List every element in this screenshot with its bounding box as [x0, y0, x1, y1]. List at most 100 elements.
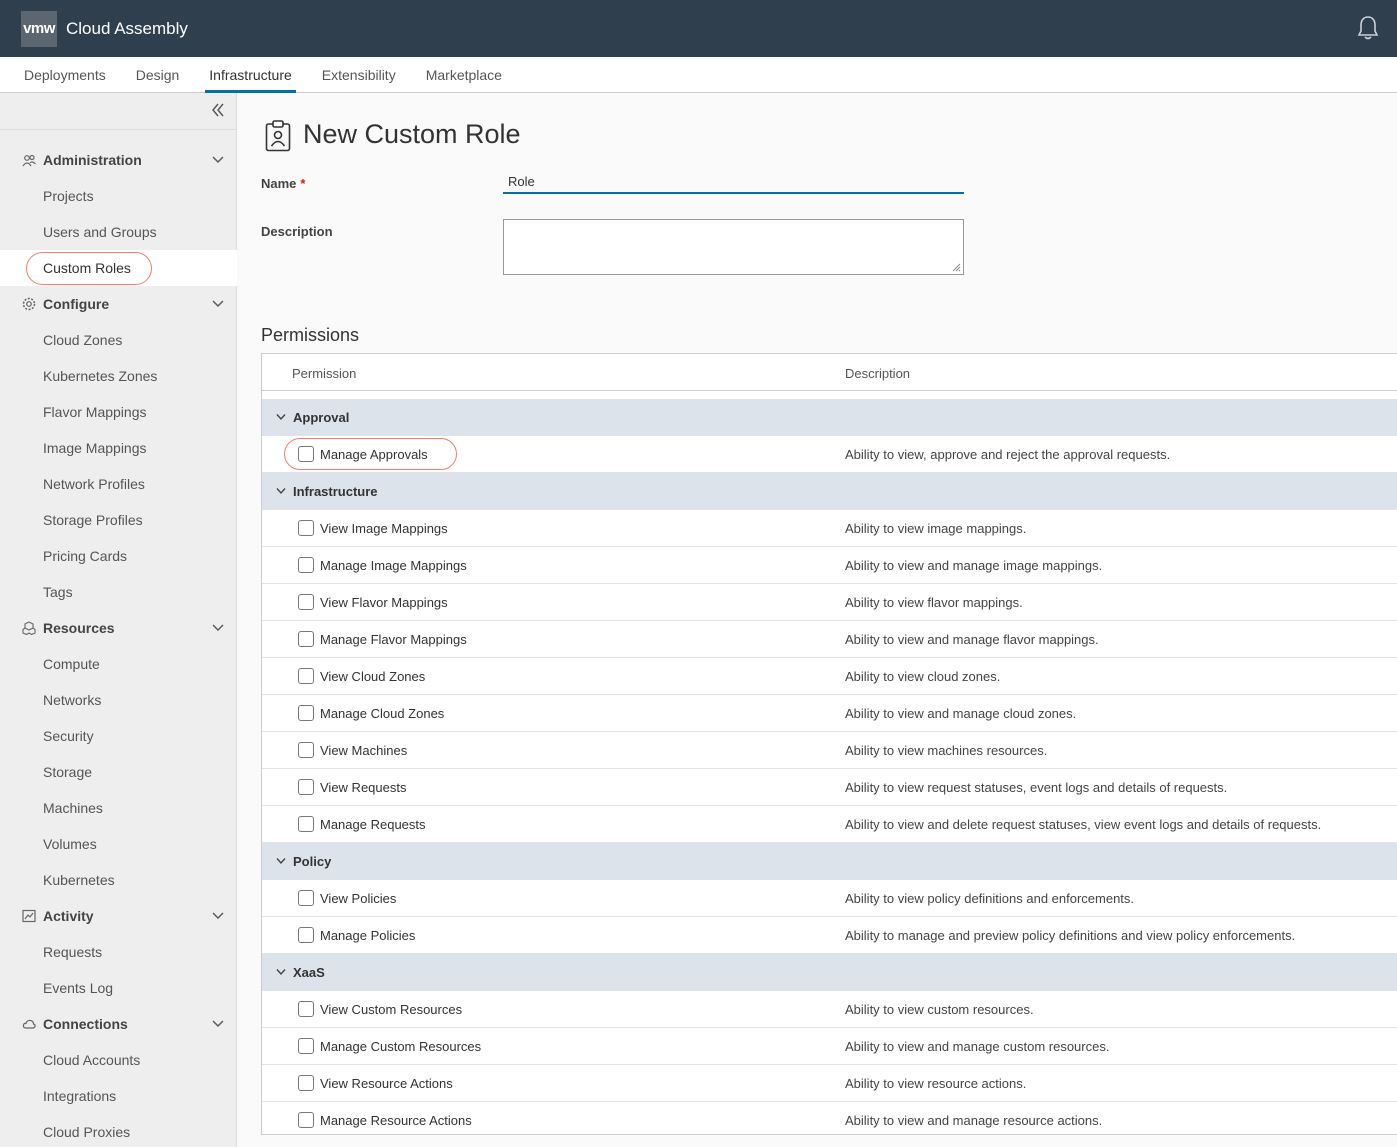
sidebar-group-activity[interactable]: Activity [0, 898, 237, 934]
sidebar-item-kubernetes[interactable]: Kubernetes [0, 862, 237, 898]
tab-infrastructure[interactable]: Infrastructure [205, 57, 297, 93]
permission-checkbox[interactable] [298, 668, 314, 684]
sidebar-item-storage-profiles[interactable]: Storage Profiles [0, 502, 237, 538]
page-title: New Custom Role [303, 119, 521, 149]
sidebar: Administration Projects Users and Groups Cu… [0, 93, 237, 1147]
sidebar-item-cloud-zones[interactable]: Cloud Zones [0, 322, 237, 358]
required-asterisk: * [300, 176, 306, 191]
sidebar-item-image-mappings[interactable]: Image Mappings [0, 430, 237, 466]
permission-checkbox[interactable] [298, 446, 314, 462]
category-row-policy[interactable]: Policy [262, 843, 1397, 880]
permission-description: Ability to view and manage flavor mappin… [845, 632, 1099, 647]
permission-checkbox[interactable] [298, 890, 314, 906]
chevron-down-icon [212, 1020, 224, 1027]
permission-checkbox[interactable] [298, 631, 314, 647]
permission-checkbox[interactable] [298, 1001, 314, 1017]
permission-checkbox[interactable] [298, 1112, 314, 1128]
permission-name: View Custom Resources [320, 1002, 463, 1017]
vmware-logo: vmw [21, 10, 57, 47]
chevron-down-icon [212, 624, 224, 631]
chevron-down-icon [276, 858, 286, 865]
permission-name: Manage Flavor Mappings [320, 632, 467, 647]
tab-design[interactable]: Design [136, 57, 180, 93]
tab-extensibility[interactable]: Extensibility [322, 57, 396, 93]
bell-icon[interactable] [1357, 15, 1379, 41]
permission-description: Ability to view, approve and reject the … [845, 447, 1171, 462]
permission-name: Manage Requests [320, 817, 426, 832]
category-label: Infrastructure [293, 484, 378, 499]
permission-name: View Flavor Mappings [320, 595, 448, 610]
category-row-xaas[interactable]: XaaS [262, 954, 1397, 991]
permission-checkbox[interactable] [298, 705, 314, 721]
chevron-down-icon [276, 414, 286, 421]
sidebar-item-integrations[interactable]: Integrations [0, 1078, 237, 1114]
sidebar-item-tags[interactable]: Tags [0, 574, 237, 610]
sidebar-group-connections[interactable]: Connections [0, 1006, 237, 1042]
sidebar-item-volumes[interactable]: Volumes [0, 826, 237, 862]
sidebar-item-machines[interactable]: Machines [0, 790, 237, 826]
main-content: New Custom Role Name* Description Permis… [238, 93, 1397, 1147]
sidebar-item-pricing-cards[interactable]: Pricing Cards [0, 538, 237, 574]
category-row-infrastructure[interactable]: Infrastructure [262, 473, 1397, 510]
permission-description: Ability to view and manage resource acti… [845, 1113, 1103, 1128]
sidebar-item-network-profiles[interactable]: Network Profiles [0, 466, 237, 502]
category-row-approval[interactable]: Approval [262, 399, 1397, 436]
tab-marketplace[interactable]: Marketplace [426, 57, 502, 93]
sidebar-item-custom-roles[interactable]: Custom Roles [0, 250, 237, 286]
sidebar-item-compute[interactable]: Compute [0, 646, 237, 682]
permission-checkbox[interactable] [298, 779, 314, 795]
permission-description: Ability to view resource actions. [845, 1076, 1027, 1091]
sidebar-item-kubernetes-zones[interactable]: Kubernetes Zones [0, 358, 237, 394]
permission-name: View Policies [320, 891, 397, 906]
permission-checkbox[interactable] [298, 520, 314, 536]
sidebar-item-requests[interactable]: Requests [0, 934, 237, 970]
sidebar-group-label: Activity [43, 908, 94, 924]
collapse-sidebar-icon[interactable] [211, 103, 225, 117]
permission-row: Manage Custom Resources Ability to view a… [262, 1028, 1397, 1065]
users-icon [22, 154, 36, 167]
sidebar-item-users-and-groups[interactable]: Users and Groups [0, 214, 237, 250]
name-label-text: Name [261, 176, 297, 191]
permission-row: Manage Resource Actions Ability to view a… [262, 1102, 1397, 1134]
description-label: Description [261, 224, 333, 239]
sidebar-item-storage[interactable]: Storage [0, 754, 237, 790]
permission-checkbox[interactable] [298, 1075, 314, 1091]
permission-name: Manage Policies [320, 928, 416, 943]
permission-checkbox[interactable] [298, 742, 314, 758]
tab-deployments[interactable]: Deployments [24, 57, 106, 93]
sidebar-item-cloud-accounts[interactable]: Cloud Accounts [0, 1042, 237, 1078]
sidebar-item-cloud-proxies[interactable]: Cloud Proxies [0, 1114, 237, 1147]
column-header-description: Description [845, 366, 911, 381]
permission-row: Manage Image Mappings Ability to view and… [262, 547, 1397, 584]
name-input[interactable] [503, 171, 964, 194]
permission-description: Ability to view and manage custom resour… [845, 1039, 1110, 1054]
chevron-down-icon [212, 156, 224, 163]
chart-icon [22, 909, 36, 923]
description-input[interactable] [503, 219, 964, 275]
sidebar-group-resources[interactable]: Resources [0, 610, 237, 646]
sidebar-item-networks[interactable]: Networks [0, 682, 237, 718]
permission-checkbox[interactable] [298, 927, 314, 943]
sidebar-item-security[interactable]: Security [0, 718, 237, 754]
app-title: Cloud Assembly [66, 18, 188, 38]
permission-row: Manage Requests Ability to view and delet… [262, 806, 1397, 843]
chevron-down-icon [212, 300, 224, 307]
permission-checkbox[interactable] [298, 594, 314, 610]
sidebar-divider [0, 129, 237, 130]
chevron-down-icon [276, 969, 286, 976]
sidebar-group-configure[interactable]: Configure [0, 286, 237, 322]
sidebar-group-administration[interactable]: Administration [0, 142, 237, 178]
permission-description: Ability to view and manage image mapping… [845, 558, 1103, 573]
permission-description: Ability to view custom resources. [845, 1002, 1034, 1017]
table-header: Permission Description [262, 354, 1397, 391]
permission-name: View Resource Actions [320, 1076, 453, 1091]
permission-checkbox[interactable] [298, 1038, 314, 1054]
sidebar-item-flavor-mappings[interactable]: Flavor Mappings [0, 394, 237, 430]
main-nav: Deployments Design Infrastructure Extensibi… [0, 57, 1397, 93]
name-label: Name * [261, 176, 305, 191]
sidebar-item-projects[interactable]: Projects [0, 178, 237, 214]
permission-checkbox[interactable] [298, 816, 314, 832]
sidebar-item-events-log[interactable]: Events Log [0, 970, 237, 1006]
permission-checkbox[interactable] [298, 557, 314, 573]
permission-name: View Machines [320, 743, 408, 758]
